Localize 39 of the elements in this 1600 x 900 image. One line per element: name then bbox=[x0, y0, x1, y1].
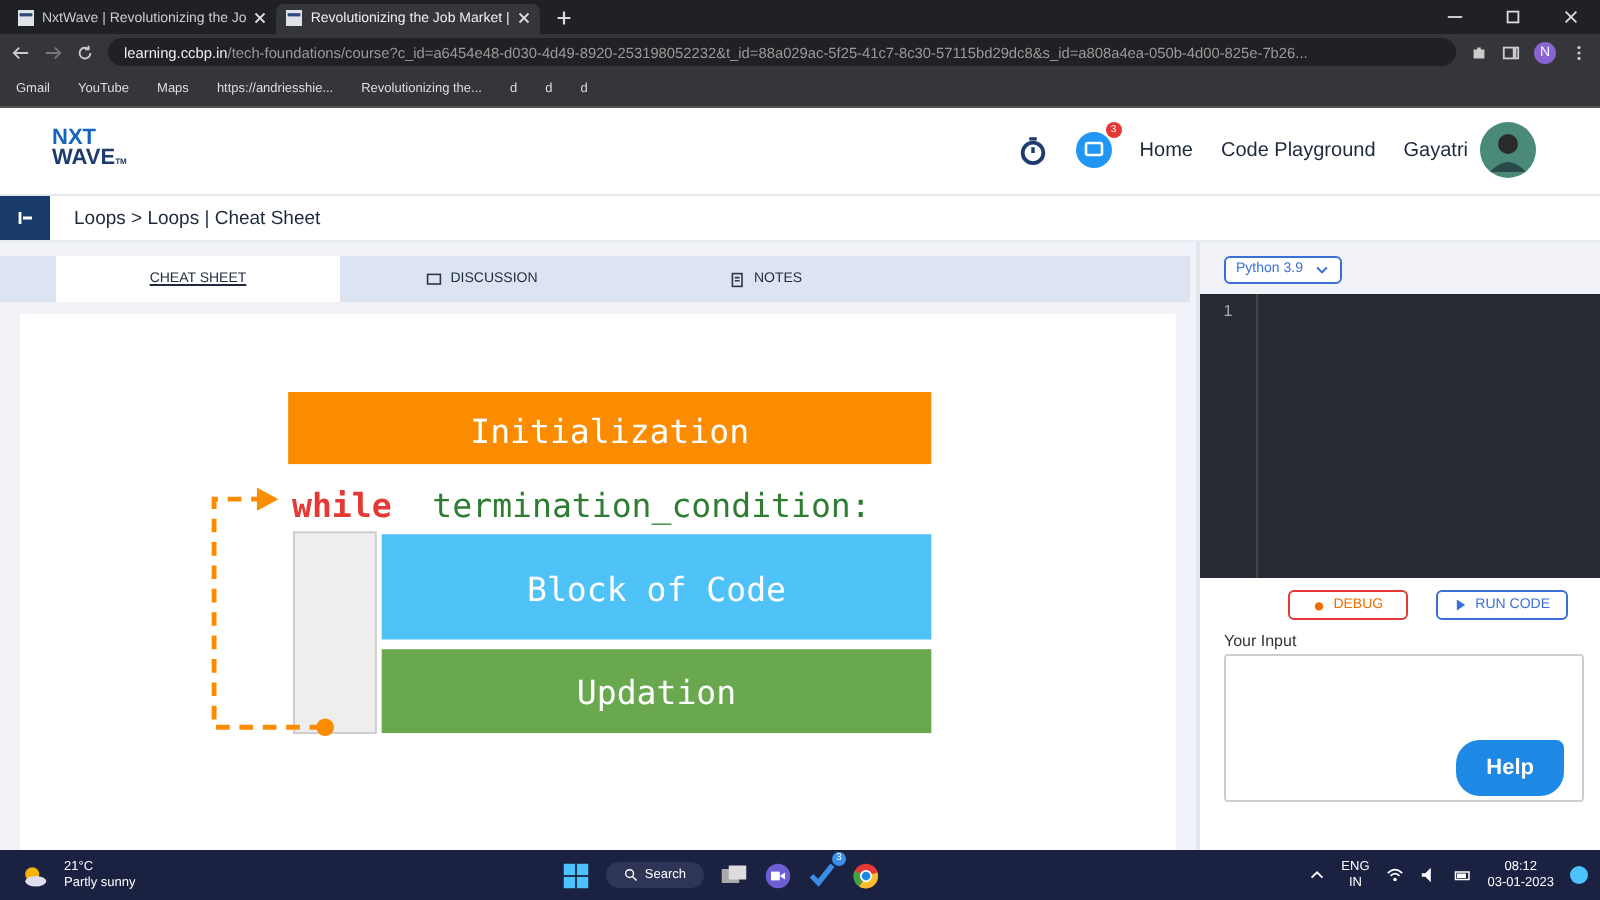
wifi-icon[interactable] bbox=[1385, 866, 1404, 885]
chevron-down-icon bbox=[1314, 261, 1331, 278]
weather-icon[interactable] bbox=[20, 861, 48, 890]
notification-icon[interactable] bbox=[1570, 866, 1589, 885]
stopwatch-icon[interactable] bbox=[1017, 135, 1048, 166]
input-field[interactable] bbox=[1224, 653, 1584, 802]
back-icon[interactable] bbox=[12, 43, 30, 62]
new-tab-icon[interactable] bbox=[555, 9, 572, 26]
close-icon[interactable] bbox=[1562, 7, 1580, 26]
sidebar-toggle[interactable] bbox=[0, 196, 50, 241]
close-icon[interactable] bbox=[254, 12, 267, 25]
loop-diagram-drawing: Initialization while termination_condition: Block of Code Updation bbox=[20, 314, 1180, 851]
check-icon[interactable] bbox=[808, 859, 837, 888]
battery-icon[interactable] bbox=[1453, 866, 1472, 885]
video-call-icon[interactable] bbox=[764, 861, 793, 890]
reload-icon[interactable] bbox=[76, 43, 94, 62]
nav-link[interactable]: Home bbox=[1139, 139, 1193, 162]
maximize-icon[interactable] bbox=[1504, 7, 1522, 26]
notes-icon bbox=[729, 271, 746, 288]
line-number: 1 bbox=[1223, 301, 1233, 320]
start-icon[interactable] bbox=[562, 861, 591, 890]
help-button[interactable]: Help bbox=[1456, 740, 1564, 797]
close-icon[interactable] bbox=[517, 12, 530, 25]
sidebar-icon[interactable] bbox=[1502, 43, 1520, 62]
nav-link[interactable]: Code Playground bbox=[1220, 139, 1376, 162]
chat-icon bbox=[426, 271, 443, 288]
bug-icon bbox=[1311, 597, 1326, 612]
page-icon bbox=[18, 10, 34, 27]
forward-icon[interactable] bbox=[44, 43, 62, 62]
code-editor[interactable]: 1 bbox=[1200, 293, 1600, 578]
user-name: Gayatri bbox=[1403, 139, 1468, 162]
avatar[interactable] bbox=[1480, 122, 1536, 179]
play-icon bbox=[1453, 597, 1468, 612]
chat-icon[interactable] bbox=[1075, 132, 1112, 169]
browser-icon[interactable] bbox=[852, 861, 881, 890]
search-icon bbox=[624, 868, 639, 883]
breadcrumb: Loops > Loops | Cheat Sheet bbox=[74, 207, 321, 230]
page-icon bbox=[286, 10, 303, 27]
input-label: Your Input bbox=[1222, 631, 1299, 650]
